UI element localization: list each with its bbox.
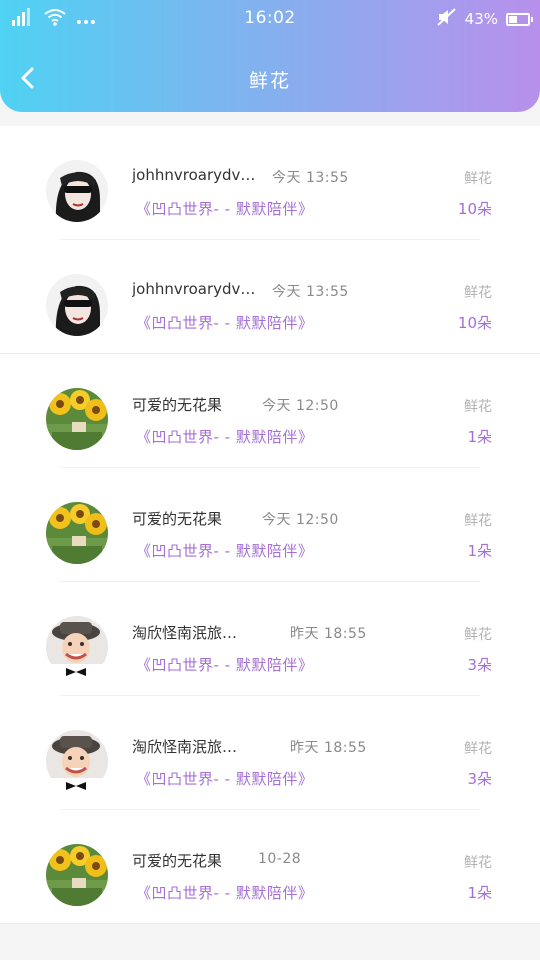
list-item[interactable]: 淘欣怪南泯旅… 昨天 18:55 《凹凸世界- - 默默陪伴》 鲜花 3朵 bbox=[0, 696, 540, 810]
list-item[interactable]: 可爱的无花果 10-28 《凹凸世界- - 默默陪伴》 鲜花 1朵 bbox=[0, 810, 540, 924]
list-item[interactable]: 可爱的无花果 今天 12:50 《凹凸世界- - 默默陪伴》 鲜花 1朵 bbox=[0, 468, 540, 582]
work-title: 《凹凸世界- - 默默陪伴》 bbox=[136, 200, 314, 218]
gift-type: 鲜花 bbox=[464, 627, 492, 643]
send-time: 今天 13:55 bbox=[272, 284, 349, 300]
avatar-sunflowers-image bbox=[46, 502, 108, 564]
sender-name: 可爱的无花果 bbox=[132, 510, 223, 528]
sender-name: johhnvroarydvatos bbox=[132, 280, 264, 298]
gift-count: 10朵 bbox=[457, 314, 492, 332]
work-title: 《凹凸世界- - 默默陪伴》 bbox=[136, 770, 314, 788]
send-time: 今天 12:50 bbox=[262, 398, 339, 414]
avatar[interactable] bbox=[46, 388, 108, 450]
avatar-child-hat-image bbox=[46, 616, 108, 678]
avatar-girl-sunglasses-image bbox=[46, 160, 108, 222]
gift-type: 鲜花 bbox=[464, 741, 492, 757]
avatar[interactable] bbox=[46, 502, 108, 564]
gift-record-list: johhnvroarydvatos 今天 13:55 《凹凸世界- - 默默陪伴… bbox=[0, 126, 540, 924]
divider bbox=[0, 923, 540, 924]
list-item[interactable]: johhnvroarydvatos 今天 13:55 《凹凸世界- - 默默陪伴… bbox=[0, 240, 540, 354]
gift-type: 鲜花 bbox=[464, 513, 492, 529]
work-title: 《凹凸世界- - 默默陪伴》 bbox=[136, 884, 314, 902]
work-title: 《凹凸世界- - 默默陪伴》 bbox=[136, 314, 314, 332]
avatar-girl-sunglasses-image bbox=[46, 274, 108, 336]
gift-type: 鲜花 bbox=[464, 285, 492, 301]
sender-name: 淘欣怪南泯旅… bbox=[132, 624, 238, 642]
avatar[interactable] bbox=[46, 616, 108, 678]
avatar-sunflowers-image bbox=[46, 844, 108, 906]
work-title: 《凹凸世界- - 默默陪伴》 bbox=[136, 656, 314, 674]
send-time: 昨天 18:55 bbox=[290, 740, 367, 756]
avatar[interactable] bbox=[46, 844, 108, 906]
sender-name: 淘欣怪南泯旅… bbox=[132, 738, 238, 756]
work-title: 《凹凸世界- - 默默陪伴》 bbox=[136, 428, 314, 446]
gift-count: 1朵 bbox=[467, 884, 492, 902]
sender-name: johhnvroarydvatos bbox=[132, 166, 264, 184]
status-bar: 16:02 43% bbox=[0, 0, 540, 40]
work-title: 《凹凸世界- - 默默陪伴》 bbox=[136, 542, 314, 560]
gift-type: 鲜花 bbox=[464, 171, 492, 187]
list-item[interactable]: 淘欣怪南泯旅… 昨天 18:55 《凹凸世界- - 默默陪伴》 鲜花 3朵 bbox=[0, 582, 540, 696]
battery-percent: 43% bbox=[464, 10, 498, 28]
send-time: 今天 12:50 bbox=[262, 512, 339, 528]
avatar[interactable] bbox=[46, 730, 108, 792]
sender-name: 可爱的无花果 bbox=[132, 396, 223, 414]
gift-count: 3朵 bbox=[467, 656, 492, 674]
mute-icon bbox=[436, 8, 457, 30]
avatar-child-hat-image bbox=[46, 730, 108, 792]
battery-icon bbox=[506, 12, 533, 26]
sender-name: 可爱的无花果 bbox=[132, 852, 223, 870]
battery-fill bbox=[509, 15, 517, 23]
gift-count: 3朵 bbox=[467, 770, 492, 788]
send-time: 10-28 bbox=[258, 851, 302, 867]
list-item[interactable]: johhnvroarydvatos 今天 13:55 《凹凸世界- - 默默陪伴… bbox=[0, 126, 540, 240]
gift-type: 鲜花 bbox=[464, 399, 492, 415]
gift-count: 1朵 bbox=[467, 542, 492, 560]
list-item[interactable]: 可爱的无花果 今天 12:50 《凹凸世界- - 默默陪伴》 鲜花 1朵 bbox=[0, 354, 540, 468]
gift-count: 10朵 bbox=[457, 200, 492, 218]
page-title: 鲜花 bbox=[248, 70, 291, 92]
gift-count: 1朵 bbox=[467, 428, 492, 446]
avatar[interactable] bbox=[46, 160, 108, 222]
status-right-icons: 43% bbox=[436, 8, 533, 30]
send-time: 今天 13:55 bbox=[272, 170, 349, 186]
send-time: 昨天 18:55 bbox=[290, 626, 367, 642]
gift-type: 鲜花 bbox=[464, 855, 492, 871]
app-header: 16:02 43% 鲜花 bbox=[0, 0, 540, 112]
avatar-sunflowers-image bbox=[46, 388, 108, 450]
avatar[interactable] bbox=[46, 274, 108, 336]
